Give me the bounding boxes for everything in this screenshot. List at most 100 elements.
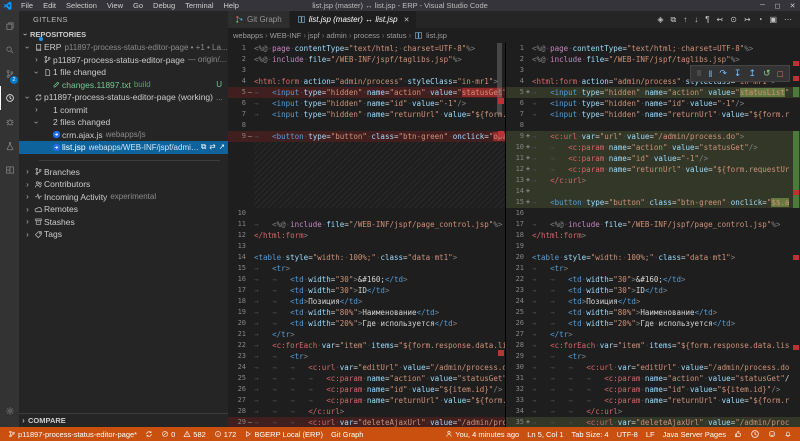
inline-view-icon[interactable]: ◔: [758, 15, 763, 24]
timer-status[interactable]: [746, 429, 764, 439]
problems-errors[interactable]: 0: [157, 430, 179, 439]
code-line[interactable]: 21→ <tr>: [506, 263, 800, 274]
code-line[interactable]: 10+→ → <c:param·name="action"·value="sta…: [506, 142, 800, 153]
code-line[interactable]: 12+→ → <c:param·name="returnUrl"·value="…: [506, 164, 800, 175]
code-line[interactable]: 6→ <input·type="hidden"·name="id"·value=…: [228, 98, 505, 109]
encoding[interactable]: UTF-8: [613, 430, 642, 439]
code-line[interactable]: 9+→ <c:url·var="url"·value="/admin/proce…: [506, 131, 800, 142]
tree-item-p11897-process-status-editor-page-working-[interactable]: ›p11897-process-status-editor-page (work…: [19, 91, 228, 104]
code-line[interactable]: 4<html:form·action="admin/process"·style…: [228, 76, 505, 87]
code-line[interactable]: 19: [506, 241, 800, 252]
code-line[interactable]: 35+→ → → <c:url·var="deleteAjaxUrl"·valu…: [506, 417, 800, 427]
breadcrumb-item[interactable]: list.jsp: [426, 31, 447, 40]
tree-item-stashes[interactable]: ›Stashes: [19, 216, 228, 229]
code-line[interactable]: 14<table·style="width:·100%;"·class="dat…: [228, 252, 505, 263]
code-line[interactable]: 2<%@·include·file="/WEB-INF/jspf/taglibs…: [228, 54, 505, 65]
code-line[interactable]: 20→ → <td·width="20%">Где·используется</…: [228, 318, 505, 329]
tree-item-incoming-activity[interactable]: ›Incoming Activityexperimental: [19, 191, 228, 204]
code-line[interactable]: 12</html:form>: [228, 230, 505, 241]
step-over-icon[interactable]: ↷: [719, 68, 727, 79]
code-line[interactable]: 11+→ → <c:param·name="id"·value="-1"/>: [506, 153, 800, 164]
code-line[interactable]: 16→ → <td·width="30">&#160;</td>: [228, 274, 505, 285]
gitlens-icon[interactable]: [0, 86, 19, 110]
breadcrumb-item[interactable]: webapps: [233, 31, 263, 40]
code-line[interactable]: 3: [228, 65, 505, 76]
code-line[interactable]: 26→ → <td·width="20%">Где·используется</…: [506, 318, 800, 329]
tab-git-graph[interactable]: Git Graph: [228, 11, 290, 28]
compare-icon[interactable]: ◈: [657, 15, 663, 24]
tree-item-p11897-process-status-editor-page[interactable]: ›p11897-process-status-editor-page— orig…: [19, 54, 228, 67]
breadcrumb-item[interactable]: status: [386, 31, 406, 40]
cursor-position[interactable]: Ln 5, Col 1: [523, 430, 567, 439]
code-line[interactable]: 23→ → <td·width="30">ID</td>: [506, 285, 800, 296]
open-changes-icon[interactable]: ⧉: [201, 142, 206, 152]
toggle-whitespace-icon[interactable]: ¶: [705, 15, 709, 24]
source-control-icon[interactable]: 2: [0, 62, 19, 86]
breadcrumb-item[interactable]: jspf: [308, 31, 320, 40]
code-line[interactable]: 13+→ </c:url>: [506, 175, 800, 186]
eol[interactable]: LF: [642, 430, 659, 439]
branch-status[interactable]: p11897-process-status-editor-page*: [4, 430, 141, 439]
code-line[interactable]: 25→ → → → <c:param·name="action"·value="…: [228, 373, 505, 384]
code-line[interactable]: 10: [228, 208, 505, 219]
code-line[interactable]: 8: [506, 120, 800, 131]
menu-help[interactable]: Help: [218, 1, 243, 10]
code-line[interactable]: 29–→ → → <c:url·var="deleteAjaxUrl"·valu…: [228, 417, 505, 427]
tree-item-changes-11897-txt[interactable]: changes.11897.txtbuildU: [19, 79, 228, 92]
step-into-icon[interactable]: ↧: [734, 68, 742, 79]
code-line[interactable]: 27→ → → → <c:param·name="returnUrl"·valu…: [228, 395, 505, 406]
code-line[interactable]: 8: [228, 120, 505, 131]
code-line[interactable]: 30→ → → <c:url·var="editUrl"·value="/adm…: [506, 362, 800, 373]
code-line[interactable]: 11→ <%@·include·file="/WEB-INF/jspf/page…: [228, 219, 505, 230]
tree-item-1-commit[interactable]: ›1 commit: [19, 104, 228, 117]
tab-list-jsp-master-list-jsp[interactable]: list.jsp (master) ↔ list.jsp✕: [290, 11, 418, 28]
breadcrumb-item[interactable]: process: [354, 31, 380, 40]
code-line[interactable]: 15+→ <button·type="button"·class="btn-gr…: [506, 197, 800, 208]
gitlens-blame[interactable]: You, 4 minutes ago: [441, 430, 523, 439]
code-line[interactable]: 5–→ <input·type="hidden"·name="action"·v…: [228, 87, 505, 98]
breadcrumb-item[interactable]: admin: [326, 31, 346, 40]
previous-change-icon[interactable]: ↑: [683, 15, 687, 24]
menu-debug[interactable]: Debug: [148, 1, 180, 10]
menu-file[interactable]: File: [16, 1, 38, 10]
next-change-icon[interactable]: ↓: [694, 15, 698, 24]
tree-item-2-files-changed[interactable]: ›2 files changed: [19, 116, 228, 129]
tree-item-crm-ajax-js[interactable]: crm.ajax.jswebapps/js: [19, 129, 228, 142]
code-line[interactable]: 24→ → → <c:url·var="editUrl"·value="/adm…: [228, 362, 505, 373]
compare-section-header[interactable]: › COMPARE: [19, 413, 228, 427]
maximize-button[interactable]: ◻: [770, 2, 785, 10]
pause-icon[interactable]: ‖: [709, 69, 713, 79]
code-line[interactable]: 27→ </tr>: [506, 329, 800, 340]
language-mode[interactable]: Java Server Pages: [659, 430, 730, 439]
menu-edit[interactable]: Edit: [38, 1, 61, 10]
tree-item-erp[interactable]: ›ERPp11897-process-status-editor-page • …: [19, 41, 228, 54]
feedback-smiley[interactable]: [764, 430, 780, 438]
step-out-icon[interactable]: ↥: [748, 68, 756, 79]
code-line[interactable]: 7→ <input·type="hidden"·name="returnUrl"…: [506, 109, 800, 120]
code-line[interactable]: 1<%@·page·contentType="text/html;·charse…: [228, 43, 505, 54]
drag-grip-icon[interactable]: ⠿: [697, 70, 702, 78]
open-file-external-icon[interactable]: ↗: [219, 142, 225, 152]
tree-item-tags[interactable]: ›Tags: [19, 228, 228, 241]
tree-item-contributors[interactable]: ›Contributors: [19, 178, 228, 191]
code-line[interactable]: 17→ → <td·width="30">ID</td>: [228, 285, 505, 296]
code-line[interactable]: 26→ → → → <c:param·name="id"·value="${it…: [228, 384, 505, 395]
code-line[interactable]: 17→ <%@·include·file="/WEB-INF/jspf/page…: [506, 219, 800, 230]
code-line[interactable]: 13: [228, 241, 505, 252]
code-line[interactable]: 19→ → <td·width="80%">Наименование</td>: [228, 307, 505, 318]
code-line[interactable]: 18→ → <td>Позиция</td>: [228, 296, 505, 307]
code-line[interactable]: 22→ → <td·width="30">&#160;</td>: [506, 274, 800, 285]
code-line[interactable]: 28→ → → </c:url>: [228, 406, 505, 417]
settings-gear-icon[interactable]: [0, 399, 19, 423]
tree-item-1-file-changed[interactable]: ›1 file changed: [19, 66, 228, 79]
code-line[interactable]: 18</html:form>: [506, 230, 800, 241]
code-line[interactable]: 29→ → <tr>: [506, 351, 800, 362]
code-line[interactable]: 32→ → → → <c:param·name="id"·value="${it…: [506, 384, 800, 395]
breadcrumb-item[interactable]: WEB-INF: [270, 31, 302, 40]
code-line[interactable]: 22→ <c:forEach·var="item"·items="${form.…: [228, 340, 505, 351]
code-line[interactable]: 21→ </tr>: [228, 329, 505, 340]
beaker-icon[interactable]: [0, 134, 19, 158]
problems-warnings[interactable]: 582: [179, 430, 210, 439]
tree-item-list-jsp[interactable]: list.jspwebapps/WEB-INF/jspf/admin/pr...…: [19, 141, 228, 154]
repositories-section-header[interactable]: › REPOSITORIES: [19, 28, 228, 41]
